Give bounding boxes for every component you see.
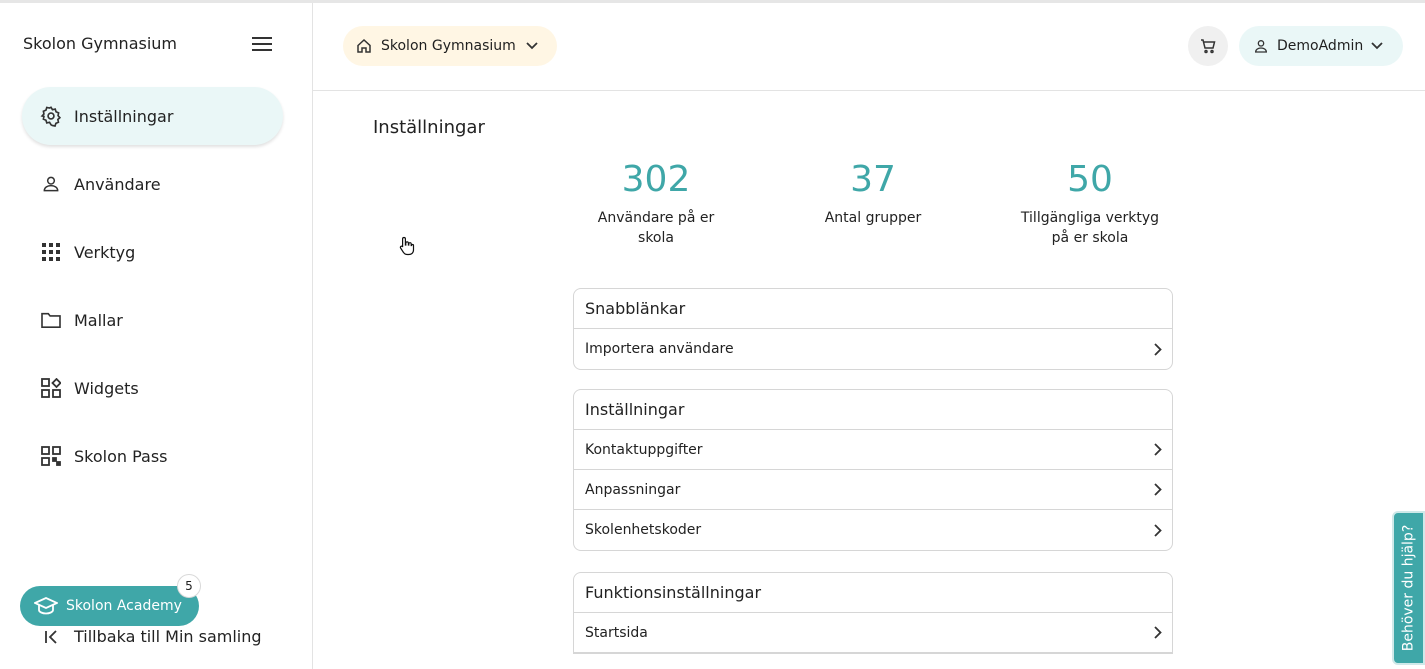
stat-groups: 37 Antal grupper: [793, 158, 953, 228]
link-skolenhetskoder[interactable]: Skolenhetskoder: [574, 510, 1172, 550]
cart-button[interactable]: [1188, 26, 1228, 66]
person-icon: [40, 173, 62, 195]
help-tab-label: Behöver du hjälp?: [1400, 524, 1417, 652]
sidebar-item-widgets[interactable]: Widgets: [22, 359, 283, 417]
top-header: Skolon Gymnasium DemoAdmin: [313, 3, 1425, 91]
sidebar-item-label: Användare: [74, 174, 161, 194]
row-label: Importera användare: [585, 341, 734, 357]
row-label: Kontaktuppgifter: [585, 441, 703, 458]
stat-label: Antal grupper: [824, 210, 922, 226]
stat-label: Användare på er skola: [597, 210, 715, 246]
sidebar-item-label: Skolon Pass: [74, 446, 168, 466]
sidebar-item-installningar[interactable]: Inställningar: [22, 87, 283, 145]
row-label: Skolenhetskoder: [585, 522, 702, 538]
stat-value: 302: [621, 159, 691, 200]
school-selector[interactable]: Skolon Gymnasium: [343, 26, 557, 66]
stat-tools: 50 Tillgängliga verktyg på er skola: [1002, 158, 1178, 248]
chevron-right-icon: [1154, 523, 1162, 537]
sidebar: Skolon Gymnasium Inställningar Användare: [0, 3, 313, 669]
help-tab[interactable]: Behöver du hjälp?: [1392, 511, 1425, 665]
first-page-icon: [40, 629, 62, 644]
sidebar-item-verktyg[interactable]: Verktyg: [22, 223, 283, 281]
graduation-cap-icon: [34, 596, 58, 616]
sidebar-item-mallar[interactable]: Mallar: [22, 291, 283, 349]
cart-icon: [1200, 38, 1216, 54]
app: Skolon Gymnasium Inställningar Användare: [0, 0, 1425, 669]
sidebar-item-anvandare[interactable]: Användare: [22, 155, 283, 213]
stat-users: 302 Användare på er skola: [576, 158, 736, 248]
user-name: DemoAdmin: [1277, 38, 1364, 54]
home-icon: [356, 38, 372, 54]
skolon-academy-button[interactable]: Skolon Academy: [20, 586, 199, 626]
sidebar-item-skolon-pass[interactable]: Skolon Pass: [22, 427, 283, 485]
link-kontaktuppgifter[interactable]: Kontaktuppgifter: [574, 430, 1172, 470]
hamburger-menu-icon[interactable]: [250, 32, 274, 56]
card-title: Snabblänkar: [574, 289, 1172, 329]
page-title: Inställningar: [373, 117, 485, 138]
hand-cursor-icon: [399, 236, 415, 260]
chevron-right-icon: [1154, 483, 1162, 496]
card-title: Inställningar: [574, 390, 1172, 430]
stat-value: 50: [1067, 159, 1113, 200]
sidebar-item-label: Mallar: [74, 310, 123, 330]
card-funktionsinstallningar: Funktionsinställningar Startsida: [573, 572, 1173, 654]
card-snabblankar: Snabblänkar Importera användare: [573, 288, 1173, 370]
row-label: Startsida: [585, 624, 648, 641]
back-label: Tillbaka till Min samling: [74, 627, 262, 646]
card-installningar: Inställningar Kontaktuppgifter Anpassnin…: [573, 389, 1173, 551]
apps-grid-icon: [40, 241, 62, 263]
person-icon: [1253, 38, 1269, 54]
card-title: Funktionsinställningar: [574, 573, 1172, 613]
sidebar-item-label: Inställningar: [74, 106, 174, 126]
brand-name: Skolon Gymnasium: [23, 34, 178, 53]
folder-icon: [40, 309, 62, 331]
academy-label: Skolon Academy: [66, 598, 182, 614]
sidebar-nav: Inställningar Användare Verktyg Mallar W…: [22, 87, 283, 495]
user-menu-button[interactable]: DemoAdmin: [1239, 26, 1403, 66]
chevron-right-icon: [1154, 342, 1162, 356]
academy-badge: 5: [177, 574, 201, 598]
row-label: Anpassningar: [585, 481, 681, 498]
school-selector-label: Skolon Gymnasium: [381, 38, 516, 54]
link-startsida[interactable]: Startsida: [574, 613, 1172, 653]
chevron-right-icon: [1154, 626, 1162, 639]
sidebar-item-label: Widgets: [74, 378, 139, 398]
link-importera-anvandare[interactable]: Importera användare: [574, 329, 1172, 369]
sidebar-item-label: Verktyg: [74, 242, 136, 262]
stat-value: 37: [850, 159, 896, 200]
back-to-collection-link[interactable]: Tillbaka till Min samling: [40, 627, 262, 646]
chevron-down-icon: [1371, 42, 1383, 50]
link-anpassningar[interactable]: Anpassningar: [574, 470, 1172, 510]
qr-code-icon: [40, 445, 62, 467]
widgets-icon: [40, 377, 62, 399]
gear-icon: [40, 105, 62, 127]
chevron-down-icon: [526, 42, 538, 50]
chevron-right-icon: [1154, 443, 1162, 456]
stat-label: Tillgängliga verktyg på er skola: [1020, 210, 1160, 246]
